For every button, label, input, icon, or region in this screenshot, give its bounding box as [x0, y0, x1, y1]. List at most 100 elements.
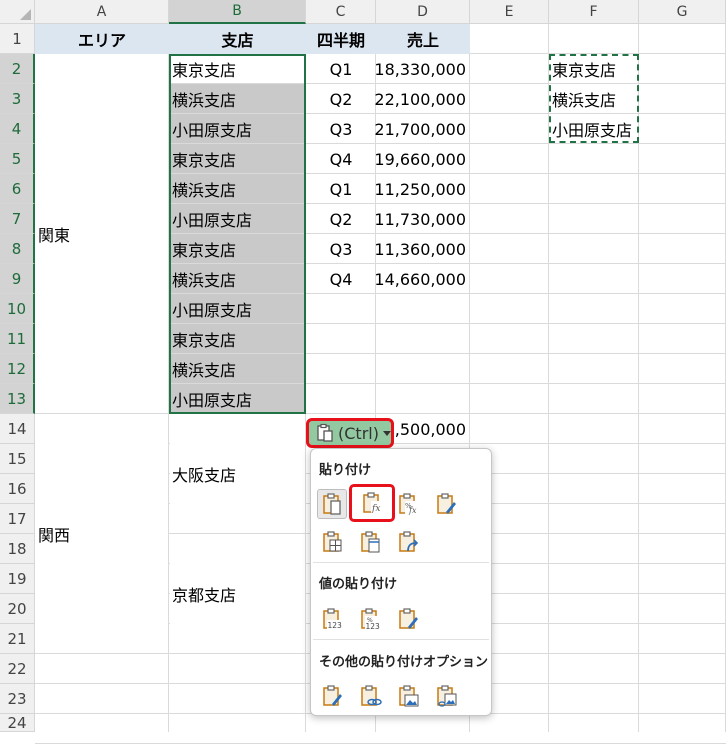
fx-label: fx	[371, 504, 380, 514]
cell-b13[interactable]: 小田原支店	[169, 384, 306, 414]
cell-d8[interactable]: 11,360,000	[374, 234, 470, 264]
paste-transpose-icon[interactable]	[393, 527, 423, 557]
cell-b2[interactable]: 東京支店	[169, 54, 306, 84]
paste-section-heading: 貼り付け	[319, 463, 372, 478]
row-header-10[interactable]: 10	[0, 294, 35, 324]
row-header-9[interactable]: 9	[0, 264, 35, 294]
row-header-23[interactable]: 23	[0, 684, 35, 714]
paste-linked-picture-icon[interactable]	[431, 681, 461, 711]
cell-b4[interactable]: 小田原支店	[169, 114, 306, 144]
row-header-11[interactable]: 11	[0, 324, 35, 354]
cell-b6[interactable]: 横浜支店	[169, 174, 306, 204]
row-header-13[interactable]: 13	[0, 384, 35, 414]
row-header-3[interactable]: 3	[0, 84, 35, 114]
col-header-d[interactable]: D	[376, 0, 470, 24]
col-header-g[interactable]: G	[639, 0, 726, 24]
menu-separator-2	[313, 639, 489, 640]
paste-values-icon[interactable]: 123	[317, 604, 347, 634]
menu-separator	[313, 562, 489, 563]
paste-options-button[interactable]: (Ctrl)	[306, 418, 394, 448]
cell-d9[interactable]: 14,660,000	[374, 264, 470, 294]
cell-f4[interactable]: 小田原支店	[549, 114, 639, 144]
cell-c9[interactable]: Q4	[306, 264, 376, 294]
col-header-c[interactable]: C	[306, 0, 376, 24]
col-header-b[interactable]: B	[169, 0, 306, 24]
row-header-7[interactable]: 7	[0, 204, 35, 234]
row-header-1[interactable]: 1	[0, 24, 35, 54]
row-header-24[interactable]: 24	[0, 714, 35, 732]
paste-link-icon[interactable]	[355, 681, 385, 711]
paste-keep-formatting-icon[interactable]	[431, 489, 461, 519]
col-header-e[interactable]: E	[470, 0, 549, 24]
cell-f2[interactable]: 東京支店	[549, 54, 639, 84]
cell-b10[interactable]: 小田原支店	[169, 294, 306, 324]
cell-b5[interactable]: 東京支店	[169, 144, 306, 174]
cell-c2[interactable]: Q1	[306, 54, 376, 84]
cell-a2-kanto[interactable]: 関東	[35, 54, 169, 414]
other-paste-options-heading: その他の貼り付けオプション	[319, 655, 489, 670]
cell-d7[interactable]: 11,730,000	[374, 204, 470, 234]
cell-c8[interactable]: Q3	[306, 234, 376, 264]
paste-default-icon[interactable]	[317, 489, 347, 519]
header-area[interactable]: エリア	[35, 24, 169, 54]
values-label: 123	[328, 621, 343, 630]
chevron-down-icon	[382, 430, 391, 436]
cell-d6[interactable]: 11,250,000	[374, 174, 470, 204]
cell-f3[interactable]: 横浜支店	[549, 84, 639, 114]
cell-b9[interactable]: 横浜支店	[169, 264, 306, 294]
col-header-a[interactable]: A	[35, 0, 169, 24]
paste-formulas-fx-icon[interactable]: fx	[349, 484, 395, 522]
select-all-corner[interactable]	[0, 0, 35, 24]
cell-c4[interactable]: Q3	[306, 114, 376, 144]
row-header-18[interactable]: 18	[0, 534, 35, 564]
cell-c3[interactable]: Q2	[306, 84, 376, 114]
paste-no-borders-icon[interactable]	[317, 527, 347, 557]
paste-values-number-format-icon[interactable]: % 123	[355, 604, 385, 634]
paste-options-label: (Ctrl)	[338, 423, 379, 443]
header-branch[interactable]: 支店	[169, 24, 306, 54]
cell-c6[interactable]: Q1	[306, 174, 376, 204]
paste-values-heading: 値の貼り付け	[319, 577, 398, 592]
cell-c7[interactable]: Q2	[306, 204, 376, 234]
cell-a14-kansai[interactable]: 関西	[35, 414, 169, 654]
row-header-15[interactable]: 15	[0, 444, 35, 474]
paste-formulas-number-format-icon[interactable]: % fx	[393, 489, 423, 519]
cell-b3[interactable]: 横浜支店	[169, 84, 306, 114]
paste-values-source-formatting-icon[interactable]	[393, 604, 423, 634]
cell-d3[interactable]: 22,100,000	[374, 84, 470, 114]
row-header-2[interactable]: 2	[0, 54, 35, 84]
cell-c5[interactable]: Q4	[306, 144, 376, 174]
cell-d4[interactable]: 21,700,000	[374, 114, 470, 144]
row-header-12[interactable]: 12	[0, 354, 35, 384]
header-sales[interactable]: 売上	[376, 24, 470, 54]
row-header-14[interactable]: 14	[0, 414, 35, 444]
paste-formatting-icon[interactable]	[317, 681, 347, 711]
row-header-19[interactable]: 19	[0, 564, 35, 594]
row-header-5[interactable]: 5	[0, 144, 35, 174]
cell-d2[interactable]: 18,330,000	[374, 54, 470, 84]
cell-d5[interactable]: 19,660,000	[374, 144, 470, 174]
row-header-17[interactable]: 17	[0, 504, 35, 534]
paste-picture-icon[interactable]	[393, 681, 423, 711]
row-header-22[interactable]: 22	[0, 654, 35, 684]
values-label-2: 123	[366, 622, 381, 631]
row-header-6[interactable]: 6	[0, 174, 35, 204]
fx-label-2: fx	[408, 506, 417, 515]
header-quarter[interactable]: 四半期	[306, 24, 376, 54]
cell-b18-kyoto[interactable]: 京都支店	[169, 534, 306, 654]
paste-options-menu: 貼り付け fx % fx 値の貼り付け 123 % 123 その他の貼り付けオプ…	[310, 448, 492, 716]
cell-b12[interactable]: 横浜支店	[169, 354, 306, 384]
cell-b14-osaka[interactable]: 大阪支店	[169, 414, 306, 534]
cell-b8[interactable]: 東京支店	[169, 234, 306, 264]
spreadsheet[interactable]: A B C D E F G 1 2 3 4 5 6 7 8 9 10 11 12…	[0, 0, 726, 744]
cell-b7[interactable]: 小田原支店	[169, 204, 306, 234]
row-header-21[interactable]: 21	[0, 624, 35, 654]
row-header-8[interactable]: 8	[0, 234, 35, 264]
col-header-f[interactable]: F	[549, 0, 639, 24]
row-header-20[interactable]: 20	[0, 594, 35, 624]
cell-b11[interactable]: 東京支店	[169, 324, 306, 354]
paste-keep-column-widths-icon[interactable]	[355, 527, 385, 557]
clipboard-icon	[315, 423, 335, 443]
row-header-16[interactable]: 16	[0, 474, 35, 504]
row-header-4[interactable]: 4	[0, 114, 35, 144]
